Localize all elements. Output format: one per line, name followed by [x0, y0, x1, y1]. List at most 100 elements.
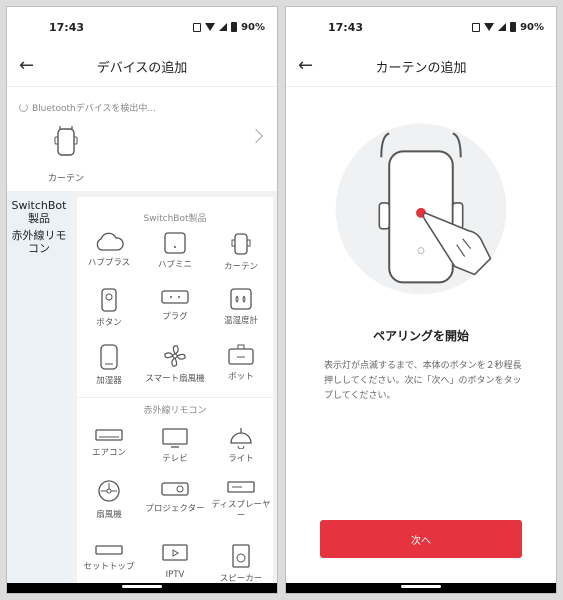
- wifi-icon: [205, 23, 216, 31]
- home-indicator[interactable]: [401, 585, 441, 588]
- projector-icon: [161, 482, 189, 496]
- humidifier-icon: [100, 344, 118, 370]
- chevron-right-icon[interactable]: [248, 128, 264, 144]
- device-label: プラグ: [162, 312, 188, 322]
- page-title: カーテンの追加: [375, 61, 467, 76]
- device-tile-speaker[interactable]: スピーカー: [209, 543, 273, 585]
- button-icon: [101, 288, 117, 312]
- device-label: ボット: [228, 372, 254, 382]
- device-tile-disc-player[interactable]: ディスプレーヤー: [209, 479, 273, 522]
- section-title-ir: 赤外線リモコン: [143, 406, 207, 416]
- device-tile-thermometer[interactable]: 温湿度計: [209, 287, 273, 327]
- vibrate-icon: [472, 22, 481, 32]
- curtain-icon: [54, 126, 78, 156]
- status-bar: 17:43 90%: [286, 7, 556, 47]
- sidebar-item-switchbot[interactable]: SwitchBot製品: [7, 191, 71, 227]
- device-label: セットトップ: [83, 562, 135, 572]
- battery-level: 90%: [241, 21, 265, 33]
- catalog-content: SwitchBot製品 ハブプラス ハブミニ カーテン ボタン プラグ 温湿度計…: [77, 197, 273, 593]
- battery-icon: [510, 22, 517, 32]
- plug-icon: [161, 290, 189, 304]
- device-label: スマート扇風機: [145, 374, 205, 384]
- device-label: テレビ: [162, 454, 188, 464]
- device-tile-plug[interactable]: プラグ: [143, 287, 207, 323]
- next-button[interactable]: 次へ: [320, 520, 522, 558]
- found-device-curtain[interactable]: カーテン: [41, 125, 91, 184]
- add-device-screen: 17:43 90% ← デバイスの追加 Bluetoothデバイスを検出中...…: [6, 6, 278, 594]
- device-label: IPTV: [165, 570, 185, 580]
- add-curtain-screen: 17:43 90% ← カーテンの追加 ペアリングを開始 表示灯が点滅するまで、…: [285, 6, 557, 594]
- status-time: 17:43: [49, 20, 85, 34]
- device-tile-projector[interactable]: プロジェクター: [143, 479, 207, 515]
- status-icons: 90%: [193, 22, 265, 33]
- device-tile-iptv[interactable]: IPTV: [143, 543, 207, 581]
- battery-level: 90%: [520, 21, 544, 33]
- device-tile-tv[interactable]: テレビ: [143, 427, 207, 465]
- device-label: ハブプラス: [87, 258, 131, 268]
- device-label: エアコン: [91, 448, 126, 458]
- status-time: 17:43: [328, 20, 364, 34]
- thermometer-icon: [230, 288, 252, 310]
- status-bar: 17:43 90%: [7, 7, 277, 47]
- bot-icon: [228, 344, 254, 365]
- scan-status-text: Bluetoothデバイスを検出中...: [32, 104, 157, 114]
- bluetooth-scan-card: Bluetoothデバイスを検出中... カーテン: [7, 89, 277, 191]
- category-sidebar: SwitchBot製品 赤外線リモコン: [7, 191, 71, 593]
- fan-icon: [98, 480, 120, 502]
- device-label: 扇風機: [96, 510, 122, 520]
- device-tile-hub-mini[interactable]: ハブミニ: [143, 231, 207, 271]
- disc-player-icon: [227, 481, 255, 493]
- iptv-icon: [162, 544, 188, 561]
- device-catalog: SwitchBot製品 赤外線リモコン SwitchBot製品 ハブプラス ハブ…: [7, 191, 277, 593]
- hub-mini-icon: [164, 232, 186, 254]
- page-title: デバイスの追加: [96, 61, 188, 76]
- device-label: ディスプレーヤー: [211, 500, 271, 521]
- device-label: ハブミニ: [157, 260, 192, 270]
- device-label: 加湿器: [96, 376, 122, 386]
- wifi-icon: [484, 23, 495, 31]
- device-tile-button[interactable]: ボタン: [77, 287, 141, 329]
- status-icons: 90%: [472, 22, 544, 33]
- tv-icon: [162, 428, 188, 448]
- set-top-box-icon: [95, 545, 123, 555]
- system-nav-bar: [286, 583, 556, 593]
- signal-icon: [498, 23, 507, 31]
- device-tile-aircon[interactable]: エアコン: [77, 427, 141, 459]
- device-label: ライト: [228, 454, 254, 464]
- pairing-illustration: [335, 123, 507, 295]
- device-tile-curtain[interactable]: カーテン: [209, 231, 273, 273]
- device-tile-bot[interactable]: ボット: [209, 343, 273, 383]
- home-indicator[interactable]: [122, 585, 162, 588]
- section-divider: [77, 397, 273, 398]
- loading-spinner-icon: [19, 103, 28, 112]
- light-icon: [230, 428, 252, 449]
- device-label: カーテン: [223, 262, 258, 272]
- device-tile-humidifier[interactable]: 加湿器: [77, 343, 141, 387]
- battery-icon: [231, 22, 238, 32]
- device-label: 温湿度計: [223, 316, 258, 326]
- speaker-icon: [232, 544, 250, 568]
- system-nav-bar: [7, 583, 277, 593]
- back-arrow-icon[interactable]: ←: [19, 55, 34, 76]
- found-device-label: カーテン: [47, 174, 84, 184]
- vibrate-icon: [193, 22, 202, 32]
- pairing-title: ペアリングを開始: [372, 329, 469, 343]
- aircon-icon: [95, 429, 123, 441]
- device-tile-hub-plus[interactable]: ハブプラス: [77, 231, 141, 269]
- device-tile-smart-fan[interactable]: スマート扇風機: [143, 343, 207, 385]
- pairing-instructions: 表示灯が点滅するまで、本体のボタンを２秒程長押ししてください。次に「次へ」のボタ…: [324, 361, 522, 401]
- app-bar: ← カーテンの追加: [286, 47, 556, 87]
- curtain-icon: [231, 233, 251, 255]
- device-tile-fan[interactable]: 扇風機: [77, 479, 141, 521]
- scan-status: Bluetoothデバイスを検出中...: [19, 101, 156, 114]
- app-bar: ← デバイスの追加: [7, 47, 277, 87]
- cloud-icon: [96, 232, 124, 251]
- sidebar-item-ir-remote[interactable]: 赤外線リモコン: [7, 227, 71, 257]
- device-tile-light[interactable]: ライト: [209, 427, 273, 465]
- device-label: プロジェクター: [145, 504, 205, 514]
- smart-fan-icon: [164, 345, 186, 367]
- signal-icon: [219, 23, 228, 31]
- device-tile-set-top-box[interactable]: セットトップ: [77, 543, 141, 573]
- back-arrow-icon[interactable]: ←: [298, 55, 313, 76]
- section-title-switchbot: SwitchBot製品: [143, 214, 207, 224]
